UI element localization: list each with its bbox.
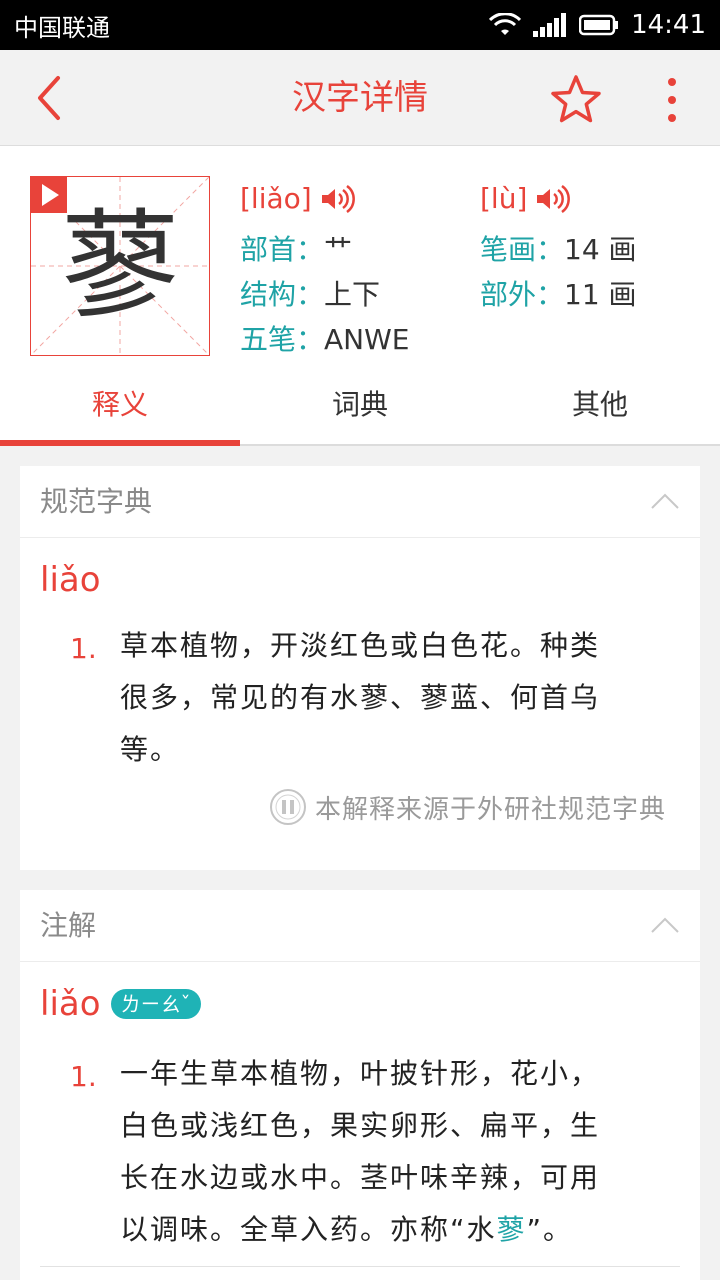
chevron-up-icon[interactable] [650, 916, 680, 934]
annotation-pinyin: liǎo [40, 984, 101, 1024]
signal-icon [533, 13, 567, 37]
back-button[interactable] [28, 74, 72, 122]
favorite-star-icon[interactable] [550, 74, 602, 124]
outside-strokes-value: 11 画 [564, 278, 637, 311]
battery-icon [579, 14, 619, 36]
clock: 14:41 [631, 10, 706, 40]
speaker-icon[interactable] [320, 184, 356, 213]
definition-text: 草本植物，开淡红色或白色花。种类 很多，常见的有水蓼、蓼蓝、何首乌 等。 [120, 629, 601, 766]
wubi-value: ANWE [324, 323, 410, 356]
carrier-name: 中国联通 [14, 13, 110, 42]
pinyin-2: [lù] [480, 182, 528, 215]
outside-strokes-info: 部外：11 画 [480, 273, 637, 313]
standard-dictionary-card: 规范字典 liǎo 1. 草本植物，开淡红色或白色花。种类 很多，常见的有水蓼、… [20, 466, 700, 870]
play-icon [42, 184, 59, 206]
play-stroke-button[interactable] [31, 177, 67, 213]
structure-info: 结构：上下 [240, 273, 380, 313]
divider [40, 1266, 680, 1267]
definition-pinyin-line: liǎo [40, 560, 101, 600]
status-bar: 中国联通 14:41 [0, 0, 720, 50]
annotation-text: 一年生草本植物，叶披针形，花小， 白色或浅红色，果实卵形、扁平，生 长在水边或水… [120, 1057, 601, 1246]
card-header[interactable]: 注解 [20, 890, 700, 962]
definition-pinyin: liǎo [40, 560, 101, 600]
tab-definition[interactable]: 释义 [0, 364, 240, 446]
publisher-logo-icon [269, 789, 306, 825]
card-title: 规范字典 [40, 485, 153, 518]
wubi-label: 五笔： [240, 323, 325, 356]
tab-dictionary[interactable]: 词典 [240, 364, 480, 444]
character-grid-box[interactable]: 蓼 [30, 176, 210, 356]
pronunciation-2[interactable]: [lù] [480, 182, 571, 215]
source-attribution: 本解释来源于外研社规范字典 [269, 788, 666, 826]
strokes-value: 14 画 [564, 233, 637, 266]
card-header[interactable]: 规范字典 [20, 466, 700, 538]
structure-label: 结构： [240, 278, 325, 311]
outside-strokes-label: 部外： [480, 278, 565, 311]
more-options-icon[interactable] [658, 76, 686, 124]
pinyin-1: [liǎo] [240, 182, 312, 215]
page-title: 汉字详情 [292, 78, 428, 118]
radical-label: 部首： [240, 233, 325, 266]
zhuyin-badge: ㄌㄧㄠˇ [110, 989, 201, 1019]
pronunciation-1[interactable]: [liǎo] [240, 182, 356, 215]
structure-value: 上下 [324, 278, 381, 311]
radical-info: 部首：艹 [240, 228, 352, 268]
annotation-card: 注解 liǎo ㄌㄧㄠˇ 1. 一年生草本植物，叶披针形，花小， 白色或浅红色，… [20, 890, 700, 1280]
annotation-number: 1. [70, 1060, 97, 1093]
speaker-icon[interactable] [535, 184, 571, 213]
strokes-info: 笔画：14 画 [480, 228, 637, 268]
definition-number: 1. [70, 632, 97, 665]
card-title: 注解 [40, 909, 97, 942]
source-text: 本解释来源于外研社规范字典 [314, 794, 666, 825]
radical-value: 艹 [324, 233, 353, 266]
tab-bar: 释义 词典 其他 [0, 364, 720, 446]
chevron-up-icon[interactable] [650, 492, 680, 510]
linked-character[interactable]: 蓼 [497, 1213, 527, 1246]
strokes-label: 笔画： [480, 233, 565, 266]
tab-other[interactable]: 其他 [480, 364, 720, 444]
app-bar: 汉字详情 [0, 50, 720, 146]
wubi-info: 五笔：ANWE [240, 318, 410, 358]
annotation-pinyin-line: liǎo ㄌㄧㄠˇ [40, 984, 201, 1024]
wifi-icon [489, 13, 522, 35]
